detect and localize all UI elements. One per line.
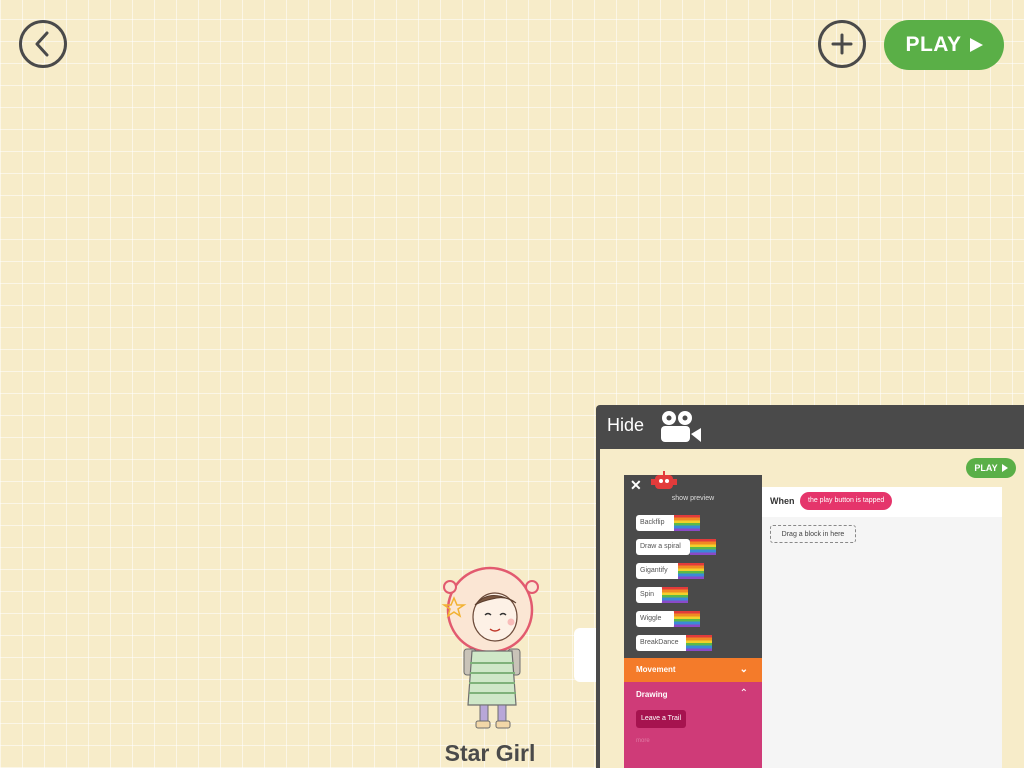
play-label: PLAY <box>905 33 962 56</box>
block-spin: Spin <box>636 587 664 603</box>
back-button[interactable] <box>19 20 67 68</box>
show-preview-label: show preview <box>671 495 715 502</box>
hide-button[interactable]: Hide <box>607 415 644 436</box>
play-button[interactable]: PLAY <box>884 20 1004 70</box>
drop-zone: Drag a block in here <box>770 525 856 543</box>
chevron-up-icon: ⌃ <box>739 688 748 699</box>
chevron-down-icon: ⌄ <box>739 664 748 675</box>
character-drawing <box>441 566 539 729</box>
video-preview-panel: Hide PLAY ✕ show preview Backflip Draw a… <box>596 405 1024 768</box>
play-triangle-icon <box>1001 464 1008 472</box>
video-camera-icon[interactable] <box>660 410 704 449</box>
rainbow-icon <box>690 539 716 555</box>
movement-label: Movement <box>636 665 676 674</box>
rainbow-icon <box>678 563 704 579</box>
chevron-left-icon <box>35 31 49 57</box>
mini-block-sidebar: ✕ show preview Backflip Draw a spiral Gi… <box>624 471 762 768</box>
rainbow-icon <box>662 587 688 603</box>
robot-icon <box>650 469 678 493</box>
block-breakdance: BreakDance <box>636 635 690 651</box>
rainbow-icon <box>674 515 700 531</box>
category-movement: Movement ⌄ <box>624 658 762 682</box>
trigger-pill: the play button is tapped <box>800 492 893 510</box>
mini-play-label: PLAY <box>974 463 998 473</box>
mini-script-workspace: When the play button is tapped Drag a bl… <box>762 487 1002 768</box>
block-wiggle: Wiggle <box>636 611 676 627</box>
star-girl-character[interactable] <box>430 565 550 735</box>
more-label: more <box>636 738 650 744</box>
category-drawing: Drawing ⌃ Leave a Trail more <box>624 682 762 768</box>
plus-icon <box>831 33 853 55</box>
play-triangle-icon <box>969 38 983 52</box>
block-leave-trail: Leave a Trail <box>636 710 686 728</box>
rainbow-icon <box>674 611 700 627</box>
mini-play-button: PLAY <box>966 458 1016 478</box>
rainbow-icon <box>686 635 712 651</box>
add-button[interactable] <box>818 20 866 68</box>
block-draw-spiral: Draw a spiral <box>636 539 690 555</box>
drawing-label: Drawing <box>636 690 668 699</box>
video-frame[interactable]: PLAY ✕ show preview Backflip Draw a spir… <box>600 449 1024 768</box>
when-label: When <box>770 496 795 506</box>
close-icon: ✕ <box>630 477 642 493</box>
when-bar: When the play button is tapped <box>762 487 1002 517</box>
character-name: Star Girl <box>444 740 536 766</box>
